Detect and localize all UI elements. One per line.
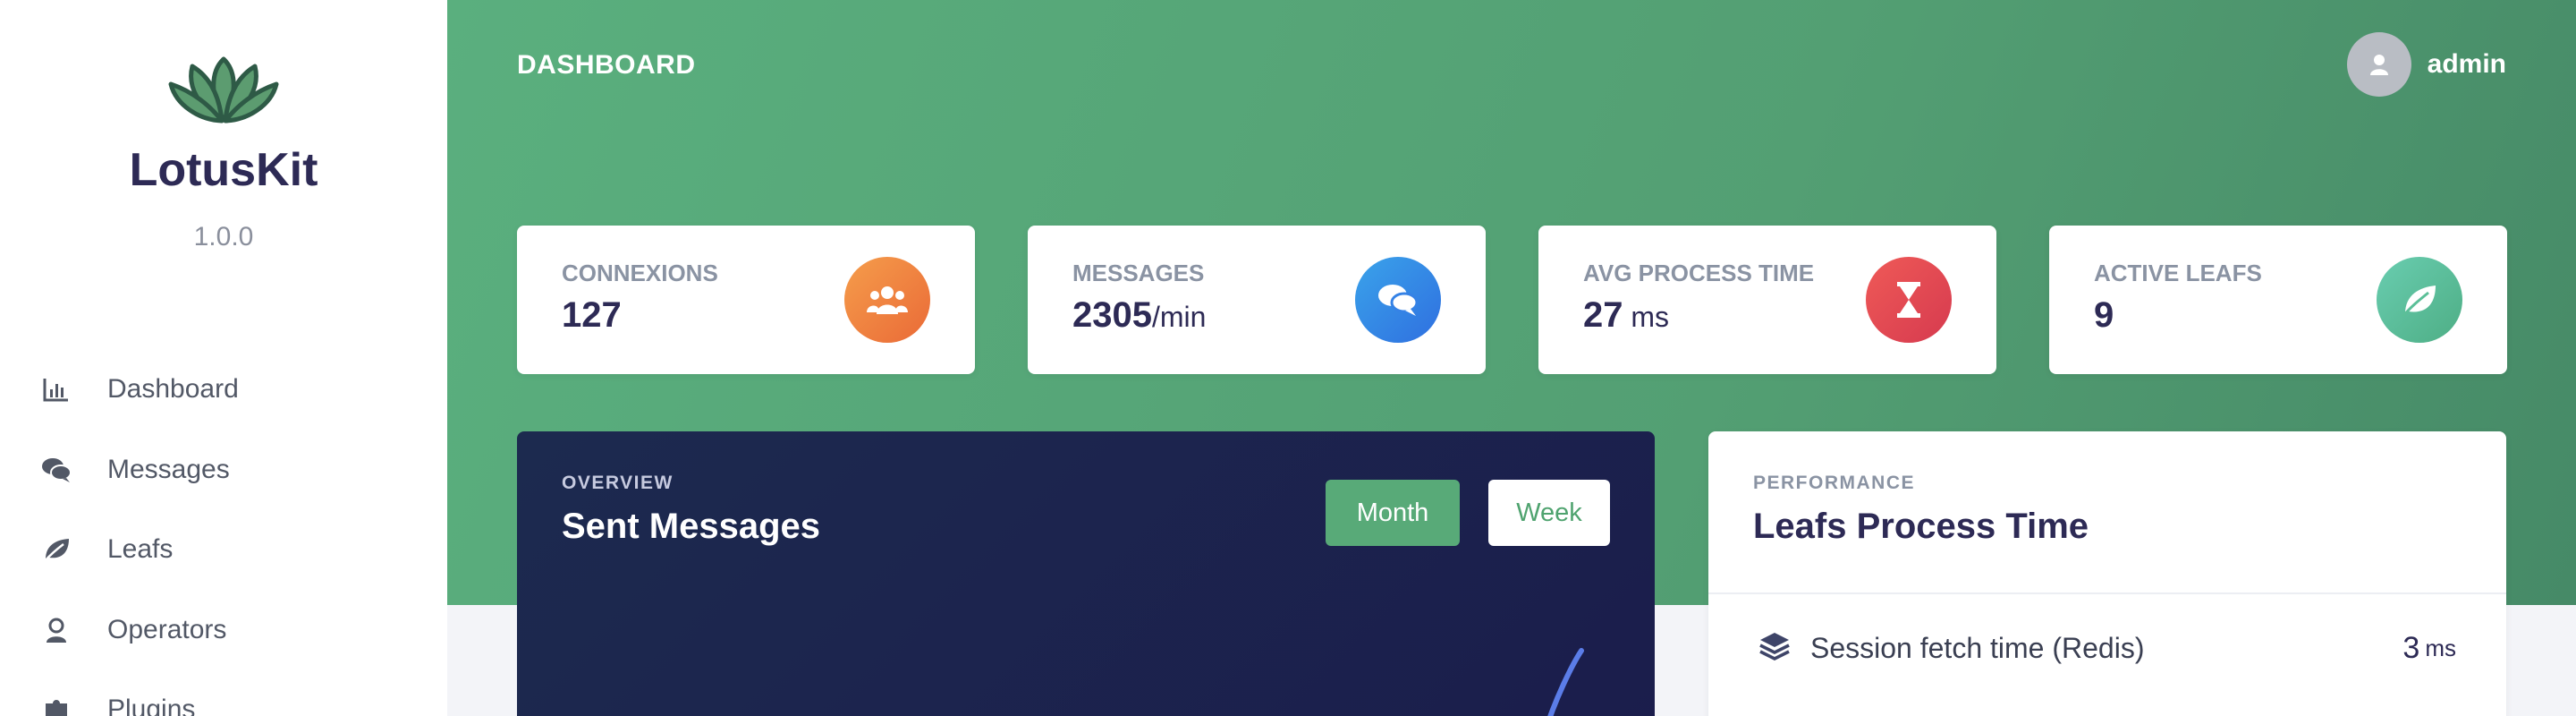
hourglass-icon bbox=[1866, 257, 1952, 343]
stat-label: AVG PROCESS TIME bbox=[1583, 260, 1815, 286]
metric-label: Session fetch time (Redis) bbox=[1810, 631, 2145, 664]
stat-value: 9 bbox=[2094, 295, 2114, 335]
leafs-process-time-card: PERFORMANCE Leafs Process Time Session f… bbox=[1708, 431, 2506, 716]
sent-messages-card: OVERVIEW Sent Messages Month Week bbox=[517, 431, 1655, 716]
stat-card-avg-process-time: AVG PROCESS TIME 27 ms bbox=[1538, 226, 1996, 374]
user-name[interactable]: admin bbox=[2428, 49, 2506, 80]
sidebar-item-label: Leafs bbox=[107, 534, 174, 564]
sidebar-item-label: Messages bbox=[107, 455, 230, 484]
users-icon bbox=[844, 257, 930, 343]
stat-card-messages: MESSAGES 2305/min bbox=[1028, 226, 1486, 374]
sidebar-item-messages[interactable]: Messages bbox=[41, 443, 230, 497]
stat-value: 127 bbox=[562, 295, 622, 335]
user-icon bbox=[2369, 55, 2388, 75]
sidebar-item-dashboard[interactable]: Dashboard bbox=[41, 362, 239, 416]
sidebar-item-label: Plugins bbox=[107, 695, 196, 716]
chat-icon bbox=[41, 455, 72, 485]
stat-label: ACTIVE LEAFS bbox=[2094, 260, 2262, 286]
app-version: 1.0.0 bbox=[193, 222, 254, 251]
sidebar-item-label: Dashboard bbox=[107, 374, 239, 404]
stat-value: 2305/min bbox=[1072, 295, 1207, 335]
stat-card-connexions: CONNEXIONS 127 bbox=[517, 226, 975, 374]
card-title: Leafs Process Time bbox=[1753, 507, 2089, 546]
user-menu[interactable]: admin bbox=[2346, 32, 2506, 97]
chart-line bbox=[1547, 648, 1584, 716]
leaf-icon bbox=[41, 534, 72, 565]
layers-icon bbox=[1758, 631, 1791, 666]
page-title: DASHBOARD bbox=[517, 50, 696, 80]
sidebar: LotusKit 1.0.0 Dashboard Messages Leafs … bbox=[0, 0, 447, 716]
sidebar-item-label: Operators bbox=[107, 615, 227, 644]
puzzle-icon bbox=[41, 695, 72, 716]
bar-chart-icon bbox=[41, 374, 72, 405]
brand-name: LotusKit bbox=[129, 144, 318, 196]
avatar[interactable] bbox=[2346, 32, 2411, 97]
card-subtitle: PERFORMANCE bbox=[1753, 473, 1916, 493]
leaf-icon bbox=[2377, 257, 2462, 343]
metric-value: 3 bbox=[2402, 630, 2420, 665]
metric-unit: ms bbox=[2425, 634, 2456, 661]
operator-icon bbox=[41, 615, 72, 645]
sidebar-item-plugins[interactable]: Plugins bbox=[41, 683, 195, 716]
stat-card-active-leafs: ACTIVE LEAFS 9 bbox=[2049, 226, 2507, 374]
sidebar-item-leafs[interactable]: Leafs bbox=[41, 523, 173, 576]
chat-icon bbox=[1355, 257, 1441, 343]
stat-label: CONNEXIONS bbox=[562, 260, 718, 286]
lotus-logo bbox=[168, 56, 279, 124]
stat-label: MESSAGES bbox=[1072, 260, 1205, 286]
list-item: Session fetch time (Redis) 3 ms bbox=[1758, 623, 2456, 673]
sidebar-item-operators[interactable]: Operators bbox=[41, 603, 226, 657]
divider bbox=[1708, 592, 2506, 594]
stat-value: 27 ms bbox=[1583, 295, 1670, 335]
